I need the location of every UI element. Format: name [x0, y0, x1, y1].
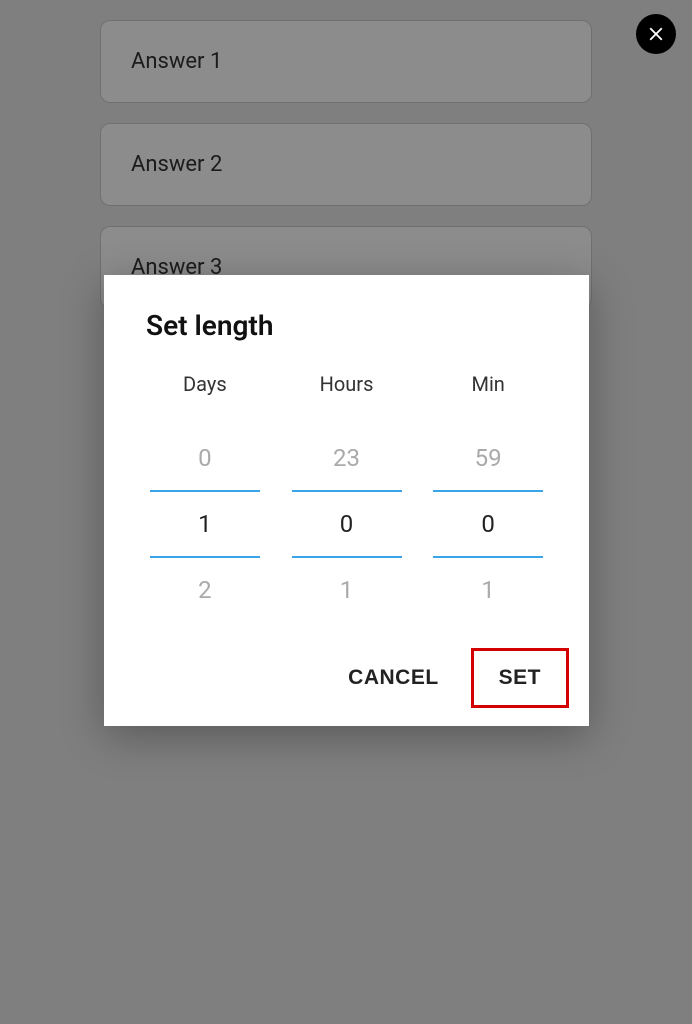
picker-prev-value[interactable]: 23	[292, 426, 402, 490]
set-length-dialog: Set length Days 0 1 2 Hours 23 0 1 Min 5…	[104, 275, 589, 726]
picker-selected-value[interactable]: 0	[292, 490, 402, 558]
picker-label-min: Min	[471, 372, 504, 396]
picker-selected-value[interactable]: 0	[433, 490, 543, 558]
picker-column-hours: Hours 23 0 1	[276, 372, 418, 622]
picker-next-value[interactable]: 1	[433, 558, 543, 622]
dialog-actions: CANCEL SET	[104, 622, 589, 708]
days-values[interactable]: 0 1 2	[150, 426, 260, 622]
picker-prev-value[interactable]: 59	[433, 426, 543, 490]
picker-label-hours: Hours	[320, 372, 374, 396]
dialog-title: Set length	[104, 309, 589, 372]
picker-column-days: Days 0 1 2	[134, 372, 276, 622]
picker-next-value[interactable]: 2	[150, 558, 260, 622]
picker-next-value[interactable]: 1	[292, 558, 402, 622]
close-button[interactable]	[636, 14, 676, 54]
picker-label-days: Days	[183, 372, 227, 396]
picker-prev-value[interactable]: 0	[150, 426, 260, 490]
picker-column-min: Min 59 0 1	[417, 372, 559, 622]
picker-selected-value[interactable]: 1	[150, 490, 260, 558]
close-icon	[645, 23, 667, 45]
set-button[interactable]: SET	[471, 648, 569, 708]
hours-values[interactable]: 23 0 1	[292, 426, 402, 622]
min-values[interactable]: 59 0 1	[433, 426, 543, 622]
picker-row: Days 0 1 2 Hours 23 0 1 Min 59 0 1	[104, 372, 589, 622]
cancel-button[interactable]: CANCEL	[328, 648, 459, 708]
